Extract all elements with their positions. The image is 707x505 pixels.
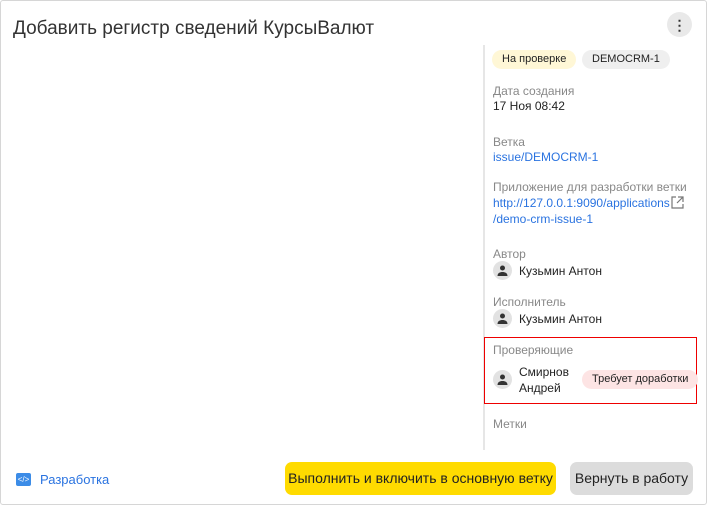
user-icon [497, 265, 508, 276]
created-label: Дата создания [493, 84, 575, 98]
development-link[interactable]: Разработка [40, 472, 109, 487]
author-label: Автор [493, 247, 526, 261]
branch-label: Ветка [493, 135, 525, 149]
review-status-badge: Требует доработки [582, 370, 699, 389]
complete-merge-button[interactable]: Выполнить и включить в основную ветку [285, 462, 556, 495]
reviewer-second: Андрей [519, 381, 561, 395]
tags-label: Метки [493, 417, 527, 431]
author-name: Кузьмин Антон [519, 264, 602, 278]
user-icon [497, 374, 508, 385]
app-link-line2: /demo-crm-issue-1 [493, 212, 594, 226]
external-link-icon[interactable] [671, 196, 684, 209]
app-link[interactable]: http://127.0.0.1:9090/applications/demo-… [493, 195, 670, 227]
page-title: Добавить регистр сведений КурсыВалют [13, 18, 375, 39]
reviewer-name: Смирнов Андрей [519, 364, 569, 396]
created-value: 17 Ноя 08:42 [493, 99, 565, 113]
avatar [493, 309, 512, 328]
reviewers-label: Проверяющие [493, 343, 574, 357]
status-chip: На проверке [492, 50, 577, 69]
app-label: Приложение для разработки ветки [493, 180, 687, 194]
assignee-name: Кузьмин Антон [519, 312, 602, 326]
return-to-work-button[interactable]: Вернуть в работу [570, 462, 693, 495]
issue-chip: DEMOCRM-1 [582, 50, 670, 69]
assignee-label: Исполнитель [493, 295, 566, 309]
user-icon [497, 313, 508, 324]
app-link-line1: http://127.0.0.1:9090/applications [493, 196, 670, 210]
avatar [493, 370, 512, 389]
more-menu-button[interactable]: ⋮ [667, 12, 692, 37]
code-icon: </> [16, 473, 31, 486]
dialog [0, 0, 707, 505]
reviewer-first: Смирнов [519, 365, 569, 379]
branch-link[interactable]: issue/DEMOCRM-1 [493, 149, 598, 165]
more-vertical-icon: ⋮ [672, 16, 687, 33]
avatar [493, 261, 512, 280]
